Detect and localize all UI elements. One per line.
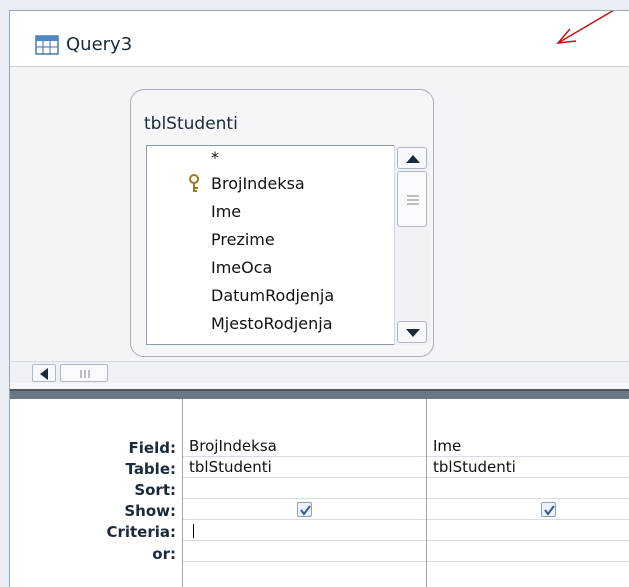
column-selector[interactable] xyxy=(427,399,629,435)
or-cell[interactable] xyxy=(183,541,426,562)
field-cell[interactable]: BrojIndeksa xyxy=(183,436,426,457)
row-label-criteria: Criteria: xyxy=(106,523,176,541)
field-item[interactable]: ImeOca xyxy=(147,258,397,280)
field-item[interactable]: * xyxy=(147,148,397,170)
column-selector[interactable] xyxy=(183,399,426,435)
table-box-title[interactable]: tblStudenti xyxy=(144,114,238,134)
hscroll-thumb[interactable] xyxy=(60,364,108,382)
title-bar: Query3 xyxy=(10,11,629,67)
field-item[interactable]: MjestoRodjenja xyxy=(147,314,397,336)
row-label-field: Field: xyxy=(128,439,176,457)
triangle-left-icon xyxy=(40,368,48,380)
grip-icon xyxy=(80,370,90,378)
field-list[interactable]: * BrojIndeksa Ime Prezime ImeOca DatumRo… xyxy=(146,145,430,345)
or-cell[interactable] xyxy=(427,541,629,562)
table-cell[interactable]: tblStudenti xyxy=(427,457,629,478)
checkmark-icon xyxy=(300,505,311,516)
grid-column: Ime tblStudenti xyxy=(426,399,629,587)
scroll-up-button[interactable] xyxy=(397,147,427,169)
field-item[interactable]: BrojIndeksa xyxy=(147,174,397,196)
design-area-hscrollbar[interactable] xyxy=(10,361,629,383)
row-label-or: or: xyxy=(152,545,176,563)
grip-icon xyxy=(407,195,419,205)
scroll-thumb[interactable] xyxy=(397,171,427,227)
text-cursor xyxy=(193,524,194,538)
window-title: Query3 xyxy=(66,34,133,55)
field-item[interactable]: DatumRodjenja xyxy=(147,286,397,308)
criteria-cell[interactable] xyxy=(183,520,426,541)
design-grid: Field: Table: Sort: Show: Criteria: or: … xyxy=(10,399,629,587)
sort-cell[interactable] xyxy=(427,478,629,499)
row-label-table: Table: xyxy=(125,460,176,478)
grid-column: BrojIndeksa tblStudenti xyxy=(182,399,426,587)
field-item[interactable]: Prezime xyxy=(147,230,397,252)
criteria-cell[interactable] xyxy=(427,520,629,541)
show-checkbox[interactable] xyxy=(297,502,312,517)
show-checkbox[interactable] xyxy=(541,502,556,517)
field-item[interactable]: Ime xyxy=(147,202,397,224)
field-list-scrollbar[interactable] xyxy=(394,145,430,345)
pane-splitter[interactable] xyxy=(10,389,629,399)
table-cell[interactable]: tblStudenti xyxy=(183,457,426,478)
row-label-sort: Sort: xyxy=(134,481,176,499)
query-window: Query3 tblStudenti * BrojIndeksa Ime Pre… xyxy=(9,10,629,587)
row-label-show: Show: xyxy=(124,502,176,520)
scroll-down-button[interactable] xyxy=(397,321,427,343)
query-table-icon xyxy=(35,35,59,55)
field-cell[interactable]: Ime xyxy=(427,436,629,457)
grid-row-labels: Field: Table: Sort: Show: Criteria: or: xyxy=(10,399,180,587)
show-cell[interactable] xyxy=(183,499,426,520)
scroll-left-button[interactable] xyxy=(32,364,56,382)
sort-cell[interactable] xyxy=(183,478,426,499)
show-cell[interactable] xyxy=(427,499,629,520)
triangle-up-icon xyxy=(406,155,420,163)
triangle-down-icon xyxy=(406,329,420,337)
key-icon xyxy=(189,174,199,192)
checkmark-icon xyxy=(544,505,555,516)
annotation-arrow-icon xyxy=(556,11,614,44)
